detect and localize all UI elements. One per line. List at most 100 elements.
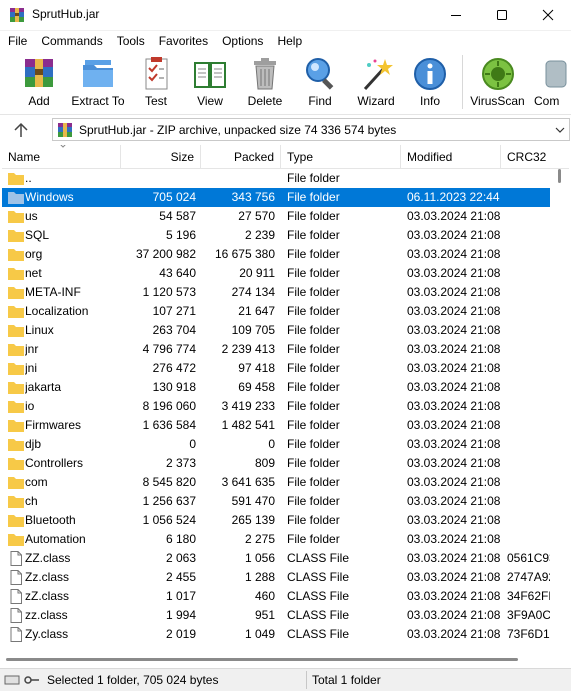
column-modified[interactable]: Modified bbox=[401, 145, 501, 169]
address-field[interactable]: SprutHub.jar - ZIP archive, unpacked siz… bbox=[52, 118, 570, 141]
row-packed: 809 bbox=[254, 456, 275, 470]
maximize-button[interactable] bbox=[479, 0, 525, 31]
row-type: File folder bbox=[287, 304, 340, 318]
row-size: 37 200 982 bbox=[135, 247, 196, 261]
wizard-button[interactable]: Wizard bbox=[351, 51, 401, 114]
row-packed: 3 641 635 bbox=[221, 475, 275, 489]
row-modified: 03.03.2024 21:08 bbox=[407, 437, 501, 451]
folder-row[interactable]: jakarta 130 918 69 458 File folder 03.03.202… bbox=[2, 378, 550, 397]
menu-options[interactable]: Options bbox=[214, 31, 269, 51]
row-crc32 bbox=[507, 207, 550, 226]
folder-row[interactable]: com 8 545 820 3 641 635 File folder 03.03.20… bbox=[2, 473, 550, 492]
row-size: 4 796 774 bbox=[142, 342, 196, 356]
row-name: us bbox=[25, 209, 38, 223]
extract-to-button[interactable]: Extract To bbox=[68, 51, 128, 114]
row-name: Firmwares bbox=[25, 418, 81, 432]
file-row[interactable]: zZ.class 1 017 460 CLASS File 03.03.2024 21:… bbox=[2, 587, 550, 606]
vertical-scrollbar[interactable] bbox=[553, 169, 565, 649]
row-type: File folder bbox=[287, 399, 340, 413]
view-button[interactable]: View bbox=[185, 51, 235, 114]
wizard-label: Wizard bbox=[357, 94, 395, 108]
row-packed: 343 756 bbox=[231, 190, 275, 204]
folder-icon bbox=[8, 477, 24, 489]
info-button[interactable]: Info bbox=[405, 51, 455, 114]
row-name: Controllers bbox=[25, 456, 84, 470]
file-row[interactable]: zz.class 1 994 951 CLASS File 03.03.2024 21:… bbox=[2, 606, 550, 625]
folder-row[interactable]: org 37 200 982 16 675 380 File folder 03.03.… bbox=[2, 245, 550, 264]
folder-row[interactable]: SQL 5 196 2 239 File folder 03.03.2024 21:08 bbox=[2, 226, 550, 245]
column-size[interactable]: Size bbox=[121, 145, 201, 169]
folder-icon bbox=[8, 401, 24, 413]
row-name: Zy.class bbox=[25, 627, 69, 641]
status-bar: Selected 1 folder, 705 024 bytes Total 1… bbox=[0, 668, 571, 691]
folder-row[interactable]: Linux 263 704 109 705 File folder 03.03.2024… bbox=[2, 321, 550, 340]
folder-row[interactable]: Controllers 2 373 809 File folder 03.03.2024… bbox=[2, 454, 550, 473]
up-arrow-icon[interactable] bbox=[11, 120, 31, 140]
row-type: CLASS File bbox=[287, 608, 350, 622]
row-modified: 03.03.2024 21:08 bbox=[407, 608, 501, 622]
folder-icon bbox=[8, 344, 24, 356]
folder-row[interactable]: Windows 705 024 343 756 File folder 06.11.20… bbox=[2, 188, 550, 207]
row-type: File folder bbox=[287, 209, 340, 223]
column-crc32[interactable]: CRC32 bbox=[501, 145, 569, 169]
virusscan-button[interactable]: VirusScan bbox=[470, 51, 525, 114]
folder-row[interactable]: Bluetooth 1 056 524 265 139 File folder 03.0… bbox=[2, 511, 550, 530]
folder-row[interactable]: jni 276 472 97 418 File folder 03.03.2024 21… bbox=[2, 359, 550, 378]
row-type: File folder bbox=[287, 532, 340, 546]
menu-help[interactable]: Help bbox=[269, 31, 308, 51]
delete-button[interactable]: Delete bbox=[240, 51, 290, 114]
folder-row[interactable]: META-INF 1 120 573 274 134 File folder 03.03… bbox=[2, 283, 550, 302]
column-type[interactable]: Type bbox=[281, 145, 401, 169]
folder-icon bbox=[8, 192, 24, 204]
horizontal-scrollbar[interactable] bbox=[2, 654, 569, 666]
menu-file[interactable]: File bbox=[0, 31, 33, 51]
folder-row[interactable]: us 54 587 27 570 File folder 03.03.2024 21:0… bbox=[2, 207, 550, 226]
folder-row[interactable]: net 43 640 20 911 File folder 03.03.2024 21:… bbox=[2, 264, 550, 283]
folder-icon bbox=[8, 458, 24, 470]
chevron-down-icon[interactable] bbox=[555, 125, 565, 135]
folder-icon bbox=[8, 268, 24, 280]
comment-button[interactable]: Com bbox=[530, 51, 571, 114]
add-button[interactable]: Add bbox=[14, 51, 64, 114]
row-type: File folder bbox=[287, 437, 340, 451]
folder-row[interactable]: Firmwares 1 636 584 1 482 541 File folder 03… bbox=[2, 416, 550, 435]
vertical-scroll-thumb[interactable] bbox=[558, 169, 561, 183]
folder-row[interactable]: jnr 4 796 774 2 239 413 File folder 03.03.20… bbox=[2, 340, 550, 359]
row-name: org bbox=[25, 247, 43, 261]
column-packed[interactable]: Packed bbox=[201, 145, 281, 169]
folder-row[interactable]: Localization 107 271 21 647 File folder 03.0… bbox=[2, 302, 550, 321]
row-type: File folder bbox=[287, 171, 340, 185]
folder-row[interactable]: djb 0 0 File folder 03.03.2024 21:08 bbox=[2, 435, 550, 454]
drive-key-icon[interactable] bbox=[4, 673, 40, 687]
wizard-wand-icon bbox=[363, 59, 393, 91]
folder-row[interactable]: io 8 196 060 3 419 233 File folder 03.03.202… bbox=[2, 397, 550, 416]
menu-commands[interactable]: Commands bbox=[33, 31, 108, 51]
horizontal-scroll-thumb[interactable] bbox=[6, 658, 518, 661]
row-type: File folder bbox=[287, 323, 340, 337]
file-icon bbox=[10, 608, 22, 623]
row-modified: 03.03.2024 21:08 bbox=[407, 285, 501, 299]
folder-icon bbox=[8, 382, 24, 394]
find-button[interactable]: Find bbox=[295, 51, 345, 114]
row-packed: 0 bbox=[268, 437, 275, 451]
file-row[interactable]: ZZ.class 2 063 1 056 CLASS File 03.03.2024 2… bbox=[2, 549, 550, 568]
row-type: File folder bbox=[287, 494, 340, 508]
test-button[interactable]: Test bbox=[131, 51, 181, 114]
folder-icon bbox=[8, 420, 24, 432]
file-row[interactable]: Zz.class 2 455 1 288 CLASS File 03.03.2024 2… bbox=[2, 568, 550, 587]
row-packed: 265 139 bbox=[231, 513, 275, 527]
folder-row[interactable]: Automation 6 180 2 275 File folder 03.03.202… bbox=[2, 530, 550, 549]
row-packed: 591 470 bbox=[231, 494, 275, 508]
column-name[interactable]: Name bbox=[2, 145, 121, 169]
folder-row[interactable]: ch 1 256 637 591 470 File folder 03.03.2024 … bbox=[2, 492, 550, 511]
file-row[interactable]: Zy.class 2 019 1 049 CLASS File 03.03.2024 2… bbox=[2, 625, 550, 644]
row-crc32 bbox=[507, 378, 550, 397]
folder-row[interactable]: .. File folder bbox=[2, 169, 550, 188]
close-button[interactable] bbox=[525, 0, 571, 31]
row-name: .. bbox=[25, 171, 32, 185]
row-size: 130 918 bbox=[152, 380, 196, 394]
minimize-button[interactable] bbox=[433, 0, 479, 31]
menu-tools[interactable]: Tools bbox=[109, 31, 151, 51]
row-name: SQL bbox=[25, 228, 50, 242]
menu-favorites[interactable]: Favorites bbox=[151, 31, 214, 51]
